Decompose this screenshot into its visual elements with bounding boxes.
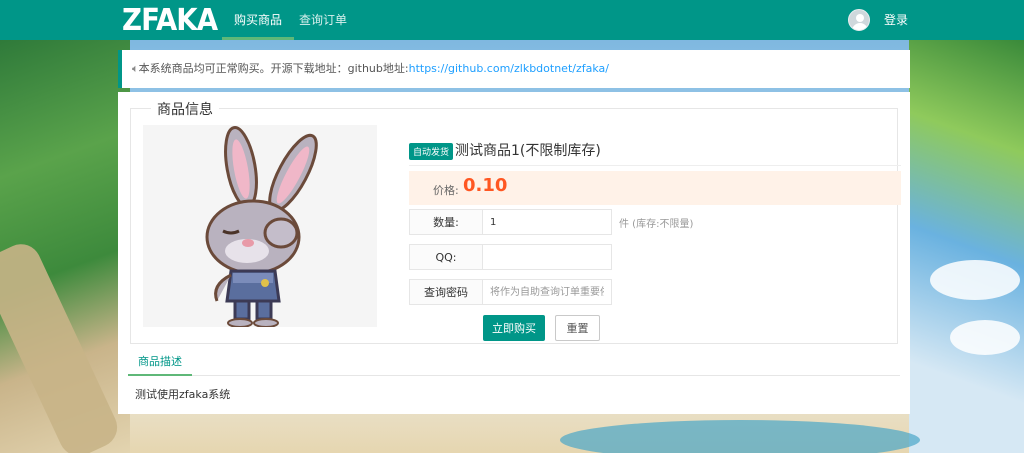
login-link[interactable]: 登录 <box>884 0 908 40</box>
price-box: 价格: 0.10 <box>409 171 901 205</box>
top-navbar: ZFAKA 购买商品 查询订单 登录 <box>0 0 1024 40</box>
qq-label: QQ: <box>409 244 483 270</box>
section-title: 商品信息 <box>151 99 219 119</box>
notice-bar: 🔈︎本系统商品均可正常购买。开源下载地址：github地址:https://gi… <box>118 50 910 88</box>
tab-description[interactable]: 商品描述 <box>128 350 192 376</box>
password-input[interactable] <box>482 279 612 305</box>
quantity-input[interactable] <box>482 209 612 235</box>
product-card: 商品信息 自动发货 测试商品1(不限制库存) 价格: 0.10 数量: 1 件 … <box>118 92 910 414</box>
description-text: 测试使用zfaka系统 <box>135 388 231 401</box>
price-value: 0.10 <box>463 175 508 196</box>
github-link[interactable]: https://github.com/zlkbdotnet/zfaka/ <box>409 62 609 75</box>
buy-now-button[interactable]: 立即购买 <box>483 315 545 341</box>
quantity-label: 数量: <box>409 209 483 235</box>
reset-button[interactable]: 重置 <box>555 315 600 341</box>
volume-icon: 🔈︎ <box>132 62 139 75</box>
password-label: 查询密码 <box>409 279 483 305</box>
price-label: 价格: <box>433 184 459 197</box>
product-info-section: 商品信息 自动发货 测试商品1(不限制库存) 价格: 0.10 数量: 1 件 … <box>130 99 901 344</box>
user-avatar-icon[interactable] <box>848 9 870 31</box>
description-tabs: 商品描述 <box>128 350 900 376</box>
password-row: 查询密码 <box>409 279 612 305</box>
qq-input[interactable] <box>482 244 612 270</box>
divider <box>409 165 901 166</box>
stock-text: 件 (库存:不限量) <box>619 219 694 230</box>
site-logo[interactable]: ZFAKA <box>122 3 218 38</box>
nav-item-order-query[interactable]: 查询订单 <box>287 0 359 40</box>
product-title: 测试商品1(不限制库存) <box>455 143 601 159</box>
quantity-row: 数量: 件 (库存:不限量) <box>409 209 693 235</box>
notice-text: 本系统商品均可正常购买。开源下载地址：github地址: <box>138 62 409 75</box>
nav-item-buy[interactable]: 购买商品 <box>222 0 295 40</box>
qq-row: QQ: <box>409 244 612 270</box>
auto-delivery-badge: 自动发货 <box>409 143 454 160</box>
product-image <box>143 125 377 328</box>
